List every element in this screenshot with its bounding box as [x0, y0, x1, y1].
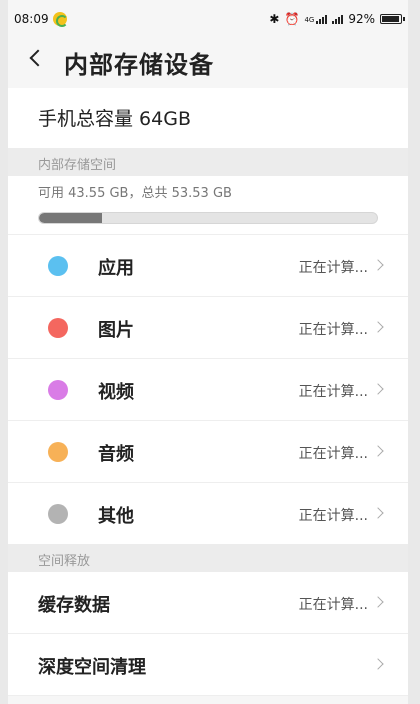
status-left: 08:09: [14, 12, 68, 27]
storage-usage-fill: [39, 213, 103, 223]
screen: 08:09 ✱ ⏰ 4G 92% 内部存储设备 手机总容量 64GB 内部存储空…: [8, 0, 408, 704]
alarm-icon: ⏰: [284, 12, 300, 26]
category-label: 其他: [98, 506, 134, 527]
category-row-videos[interactable]: 视频 正在计算...: [8, 358, 408, 420]
category-status: 正在计算...: [298, 260, 368, 276]
chevron-right-icon: [372, 658, 384, 670]
chevron-right-icon: [372, 445, 384, 457]
category-row-images[interactable]: 图片 正在计算...: [8, 296, 408, 358]
category-row-apps[interactable]: 应用 正在计算...: [8, 234, 408, 296]
signal-icon: 4G: [304, 14, 328, 24]
chevron-right-icon: [372, 383, 384, 395]
release-item-label: 缓存数据: [38, 595, 110, 616]
section-header-label: 内部存储空间: [38, 158, 117, 173]
chevron-right-icon: [372, 259, 384, 271]
battery-percent: 92%: [348, 12, 375, 26]
signal-icon-2: [332, 14, 344, 24]
category-status: 正在计算...: [298, 508, 368, 524]
status-bar: 08:09 ✱ ⏰ 4G 92%: [8, 8, 408, 32]
storage-summary-text: 可用 43.55 GB，总共 53.53 GB: [38, 186, 232, 201]
cache-data-row[interactable]: 缓存数据 正在计算...: [8, 572, 408, 634]
category-list: 应用 正在计算... 图片 正在计算... 视频 正在计算... 音频 正在计算…: [8, 234, 408, 544]
category-label: 应用: [98, 258, 134, 279]
release-list: 缓存数据 正在计算... 深度空间清理: [8, 572, 408, 696]
battery-icon: [380, 14, 405, 24]
category-row-audio[interactable]: 音频 正在计算...: [8, 420, 408, 482]
chevron-right-icon: [372, 507, 384, 519]
back-arrow-icon[interactable]: [26, 48, 48, 70]
sync-icon: [52, 12, 68, 27]
chevron-right-icon: [372, 321, 384, 333]
category-status: 正在计算...: [298, 384, 368, 400]
deep-clean-row[interactable]: 深度空间清理: [8, 634, 408, 696]
section-header-internal: 内部存储空间: [8, 148, 408, 176]
total-capacity: 手机总容量 64GB: [8, 88, 408, 148]
section-header-label: 空间释放: [38, 554, 91, 569]
category-dot: [48, 256, 68, 276]
bluetooth-icon: ✱: [269, 12, 280, 26]
category-label: 图片: [98, 320, 134, 341]
category-status: 正在计算...: [298, 322, 368, 338]
category-dot: [48, 442, 68, 462]
storage-usage-bar: [38, 212, 378, 224]
category-dot: [48, 380, 68, 400]
category-row-other[interactable]: 其他 正在计算...: [8, 482, 408, 544]
release-item-label: 深度空间清理: [38, 657, 146, 678]
chevron-right-icon: [372, 596, 384, 608]
category-dot: [48, 504, 68, 524]
category-label: 视频: [98, 382, 134, 403]
category-label: 音频: [98, 444, 134, 465]
category-dot: [48, 318, 68, 338]
clock: 08:09: [14, 12, 49, 26]
app-header: 内部存储设备: [8, 34, 408, 86]
total-capacity-label: 手机总容量 64GB: [38, 108, 191, 130]
storage-summary: 可用 43.55 GB，总共 53.53 GB: [8, 176, 408, 234]
category-status: 正在计算...: [298, 446, 368, 462]
section-header-release: 空间释放: [8, 544, 408, 572]
page-title: 内部存储设备: [64, 51, 214, 79]
release-item-status: 正在计算...: [298, 597, 368, 613]
status-right: ✱ ⏰ 4G 92%: [269, 12, 405, 26]
